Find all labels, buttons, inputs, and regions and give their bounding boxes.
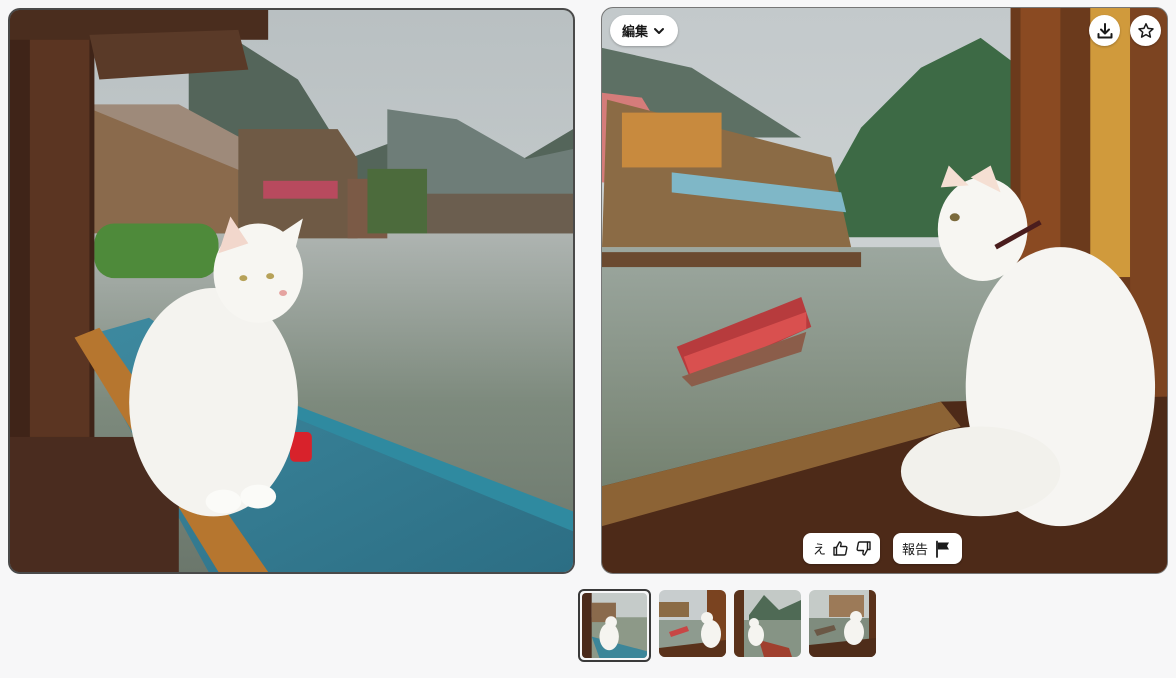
- report-button[interactable]: 報告: [893, 533, 963, 564]
- download-icon: [1096, 22, 1114, 40]
- favorite-button[interactable]: [1130, 15, 1161, 46]
- feedback-prefix: え: [813, 543, 827, 558]
- thumbnail-1[interactable]: [578, 589, 651, 662]
- download-button[interactable]: [1089, 15, 1120, 46]
- thumbs-down-icon[interactable]: [855, 540, 872, 557]
- flag-icon: [934, 540, 952, 558]
- image-cat-at-window: [602, 8, 1167, 573]
- thumbs-up-icon[interactable]: [832, 540, 849, 557]
- image-cat-on-boat: [10, 10, 573, 572]
- feedback-group: え: [803, 533, 881, 564]
- thumbnail-2[interactable]: [659, 590, 726, 657]
- edit-label: 編集: [622, 25, 649, 40]
- image-result-viewer: 編集 え 報告: [0, 0, 1176, 678]
- edit-button[interactable]: 編集: [610, 15, 679, 46]
- chevron-down-icon: [652, 24, 666, 38]
- generated-image-1[interactable]: [8, 8, 575, 574]
- thumbnail-3[interactable]: [734, 590, 801, 657]
- thumbnail-strip: [578, 589, 876, 662]
- report-label: 報告: [902, 543, 929, 558]
- thumbnail-4[interactable]: [809, 590, 876, 657]
- star-icon: [1137, 22, 1155, 40]
- generated-image-2[interactable]: 編集 え 報告: [601, 7, 1168, 574]
